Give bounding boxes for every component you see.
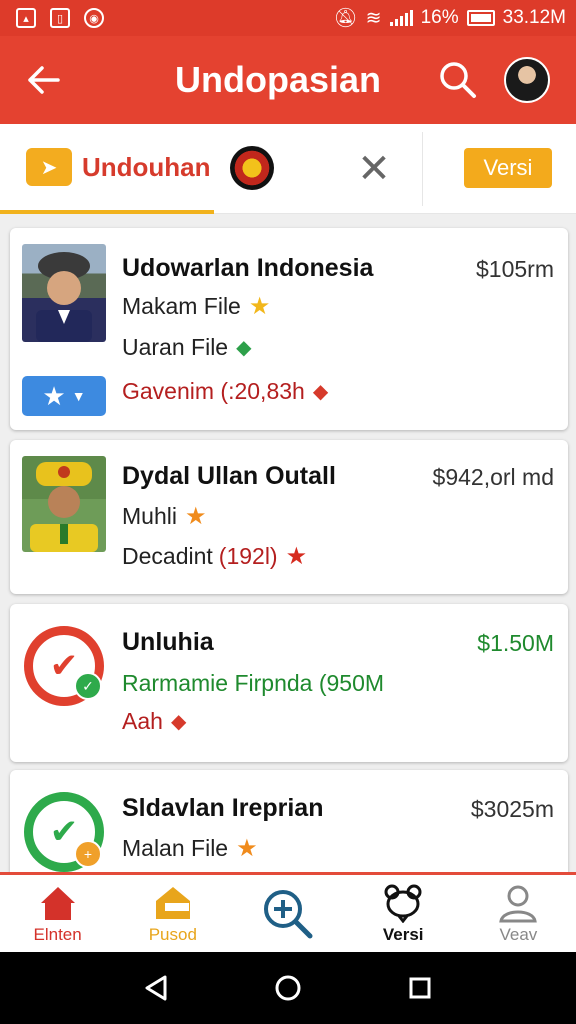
nav-label: Elnten — [33, 924, 82, 944]
download-list: Udowarlan Indonesia $105rm Makam File ★ … — [0, 214, 576, 872]
nav-item-versi[interactable]: Versi — [346, 875, 461, 952]
item-thumbnail — [22, 456, 106, 552]
item-title: Udowarlan Indonesia — [122, 254, 374, 282]
item-line-1: Rarmamie Firpnda (950M — [122, 670, 385, 696]
sync-icon: ◉ — [84, 8, 104, 28]
pending-badge-icon: + — [74, 840, 102, 868]
star-icon: ★ — [184, 503, 207, 530]
home-system-button[interactable] — [268, 968, 308, 1008]
upload-home-icon — [155, 886, 190, 919]
divider — [422, 132, 423, 206]
item-line-2: Decadint — [122, 543, 213, 569]
star-icon: ★ — [248, 293, 271, 320]
item-title: Dydal Ullan Outall — [122, 462, 336, 490]
status-bar: ▴ ▯ ◉ 🔕︎ ≋ 16% 33.12M — [0, 0, 576, 36]
recents-system-button[interactable] — [400, 968, 440, 1008]
item-subtitle: Muhli ★ — [122, 502, 206, 531]
nav-item-zoom[interactable] — [230, 875, 345, 952]
item-meta: Gavenim (:20,83h ◆ — [122, 378, 328, 405]
sim-icon: ▯ — [50, 8, 70, 28]
home-icon — [40, 886, 75, 920]
check-badge-icon: ✓ — [74, 672, 102, 700]
app-bar: Undopasian — [0, 36, 576, 124]
status-time: 33.12M — [502, 7, 566, 28]
item-price: $1.50M — [477, 630, 554, 656]
nav-label: Pusod — [148, 924, 197, 944]
mute-icon: 🔕︎ — [333, 8, 358, 29]
profile-avatar[interactable] — [504, 57, 550, 103]
signal-icon — [389, 10, 413, 26]
item-price: $105rm — [476, 256, 554, 282]
item-line-1: Muhli — [122, 503, 177, 529]
nav-item-home[interactable]: Elnten — [0, 875, 115, 952]
tab-label: Undouhan — [82, 151, 211, 182]
bottom-nav: Elnten Pusod Versi Veav — [0, 872, 576, 952]
person-photo-icon — [30, 462, 98, 552]
list-item[interactable]: ✔ ✓ Unluhia $1.50M Rarmamie Firpnda (950… — [10, 604, 568, 762]
item-subtitle: Malan File ★ — [122, 834, 258, 863]
item-line-2: Aah — [122, 708, 163, 734]
favorite-dropdown-button[interactable]: ★ ▼ — [22, 376, 106, 416]
star-icon: ★ — [236, 835, 258, 862]
leaf-icon: ◆ — [236, 337, 252, 359]
item-line-1: Makam File — [122, 293, 241, 319]
item-count: (192l) — [218, 543, 278, 569]
list-item[interactable]: Dydal Ullan Outall $942,orl md Muhli ★ D… — [10, 440, 568, 594]
item-detail: Decadint (192l) ★ — [122, 542, 307, 571]
tab-row: ➤ Undouhan ✕ Versi — [0, 124, 576, 214]
page-title: Undopasian — [174, 59, 381, 100]
circle-home-icon — [275, 975, 301, 1001]
versi-button[interactable]: Versi — [464, 148, 552, 188]
arrow-left-icon — [28, 66, 60, 94]
search-button[interactable] — [426, 36, 490, 124]
battery-icon — [466, 10, 495, 26]
item-thumbnail — [22, 244, 106, 342]
item-line-1: Malan File — [122, 835, 229, 861]
nav-item-veav[interactable]: Veav — [461, 875, 576, 952]
zoom-in-icon — [264, 889, 313, 938]
close-button[interactable]: ✕ — [352, 144, 396, 194]
item-detail: Uaran File ◆ — [122, 334, 252, 361]
star-icon: ★ — [285, 543, 308, 570]
nav-item-pusod[interactable]: Pusod — [115, 875, 230, 952]
item-subtitle: Makam File ★ — [122, 292, 270, 321]
triangle-back-icon — [145, 975, 167, 1001]
list-item[interactable]: ✔ + Sldavlan Ireprian $3025m Malan File … — [10, 770, 568, 872]
leaf-icon: ◆ — [312, 381, 329, 403]
leaf-icon: ◆ — [170, 711, 187, 733]
app-notification-icon: ▴ — [16, 8, 36, 28]
wifi-icon: ≋ — [365, 7, 382, 29]
system-nav-bar — [0, 952, 576, 1024]
square-recents-icon — [409, 977, 431, 999]
chevron-down-icon: ▼ — [71, 388, 86, 404]
list-item[interactable]: Udowarlan Indonesia $105rm Makam File ★ … — [10, 228, 568, 430]
search-icon — [440, 62, 476, 98]
star-outline-icon: ★ — [42, 380, 66, 411]
item-line-2: Uaran File — [122, 334, 229, 360]
back-button[interactable] — [0, 36, 86, 124]
back-system-button[interactable] — [136, 968, 176, 1008]
nav-label: Versi — [382, 924, 424, 944]
battery-text: 16% — [420, 7, 459, 28]
person-icon — [499, 885, 538, 922]
tab-undouhan[interactable]: ➤ Undouhan — [0, 124, 214, 214]
download-logo-icon: ➤ — [26, 148, 72, 186]
item-detail: Aah ◆ — [122, 708, 186, 735]
close-icon: ✕ — [357, 147, 391, 191]
item-title: Unluhia — [122, 628, 214, 656]
item-price: $3025m — [470, 796, 554, 822]
item-price: $942,orl md — [432, 464, 554, 490]
item-subtitle: Rarmamie Firpnda (950M — [122, 670, 384, 697]
person-photo-icon — [36, 252, 92, 342]
emblem-icon — [230, 146, 274, 190]
nav-label: Veav — [499, 924, 538, 944]
bear-icon — [384, 884, 422, 923]
item-line-3: Gavenim (:20,83h — [122, 378, 305, 404]
item-title: Sldavlan Ireprian — [122, 794, 324, 822]
